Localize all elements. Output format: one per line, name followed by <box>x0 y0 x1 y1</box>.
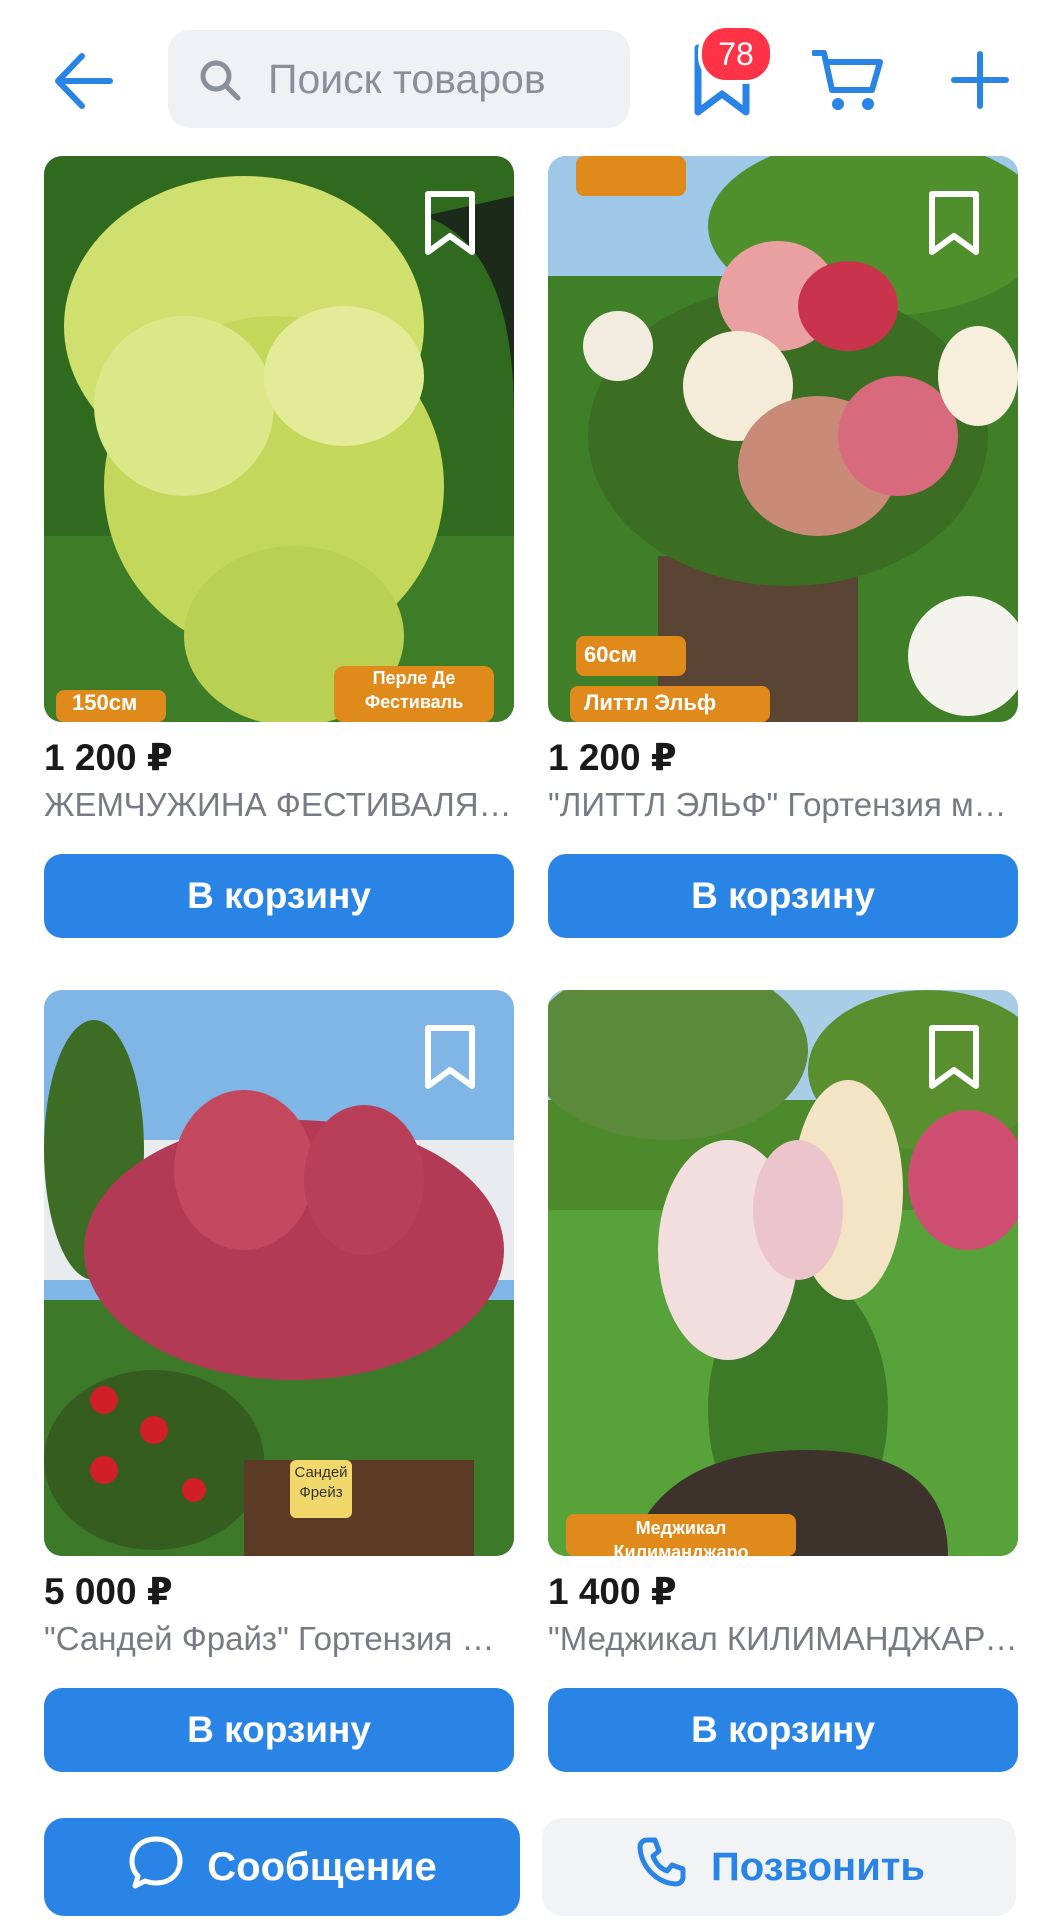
product-photo[interactable]: 60см Литтл Эльф <box>548 156 1018 722</box>
add-to-cart-button[interactable]: В корзину <box>44 854 514 938</box>
back-arrow-icon[interactable] <box>52 52 114 110</box>
photo-name-tag-line2: Килиманджаро <box>613 1542 749 1556</box>
plus-icon[interactable] <box>950 50 1010 110</box>
message-bubble-icon <box>127 1833 185 1901</box>
photo-sign-line1: Сандей <box>294 1464 348 1481</box>
photo-name-tag: Литтл Эльф <box>584 690 717 715</box>
product-price: 1 200 ₽ <box>44 737 173 778</box>
bookmark-icon[interactable] <box>924 188 984 258</box>
search-placeholder: Поиск товаров <box>268 56 546 102</box>
product-card[interactable]: 150см Перле Де Фестиваль 1 200 ₽ ЖЕМЧУЖИ… <box>44 156 514 938</box>
bookmark-icon[interactable] <box>924 1022 984 1092</box>
photo-sign-line2: Фрейз <box>299 1484 343 1501</box>
bookmarks-count-badge: 78 <box>698 24 774 84</box>
product-price: 5 000 ₽ <box>44 1571 173 1612</box>
bookmark-icon[interactable] <box>420 188 480 258</box>
call-button-label: Позвонить <box>711 1844 925 1889</box>
add-to-cart-button[interactable]: В корзину <box>548 854 1018 938</box>
message-button-label: Сообщение <box>207 1844 437 1889</box>
phone-icon <box>633 1834 689 1900</box>
add-to-cart-button[interactable]: В корзину <box>548 1688 1018 1772</box>
product-photo[interactable]: 150см Перле Де Фестиваль <box>44 156 514 722</box>
product-card[interactable]: Сандей Фрейз 5 000 ₽ "Сандей Фрайз" Горт… <box>44 990 514 1772</box>
top-bar: Поиск товаров 78 <box>0 0 1060 150</box>
message-button[interactable]: Сообщение <box>44 1818 520 1916</box>
bookmark-icon[interactable] <box>420 1022 480 1092</box>
add-to-cart-button[interactable]: В корзину <box>44 1688 514 1772</box>
search-icon <box>198 58 242 102</box>
cart-icon[interactable] <box>811 48 884 114</box>
product-card[interactable]: 60см Литтл Эльф 1 200 ₽ "ЛИТТЛ ЭЛЬФ" Гор… <box>548 156 1018 938</box>
photo-height-tag: 60см <box>584 642 637 667</box>
call-button[interactable]: Позвонить <box>542 1818 1016 1916</box>
product-title[interactable]: ЖЕМЧУЖИНА ФЕСТИВАЛЯ Гортензия метельчата… <box>44 786 514 824</box>
search-input[interactable]: Поиск товаров <box>168 30 630 128</box>
photo-height-tag: 150см <box>72 690 138 715</box>
product-photo[interactable]: Сандей Фрейз <box>44 990 514 1556</box>
photo-name-tag-line2: Фестиваль <box>364 692 464 712</box>
photo-name-tag-line1: Перле Де <box>372 668 456 688</box>
product-title[interactable]: "Сандей Фрайз" Гортензия метельчатая <box>44 1620 514 1658</box>
product-card[interactable]: Меджикал Килиманджаро 1 400 ₽ "Меджикал … <box>548 990 1018 1772</box>
product-price: 1 400 ₽ <box>548 1571 677 1612</box>
product-title[interactable]: "Меджикал КИЛИМАНДЖАРО" Гортензия метель… <box>548 1620 1018 1658</box>
product-price: 1 200 ₽ <box>548 737 677 778</box>
photo-name-tag-line1: Меджикал <box>635 1518 727 1538</box>
product-title[interactable]: "ЛИТТЛ ЭЛЬФ" Гортензия метельчатая <box>548 786 1018 824</box>
product-photo[interactable]: Меджикал Килиманджаро <box>548 990 1018 1556</box>
